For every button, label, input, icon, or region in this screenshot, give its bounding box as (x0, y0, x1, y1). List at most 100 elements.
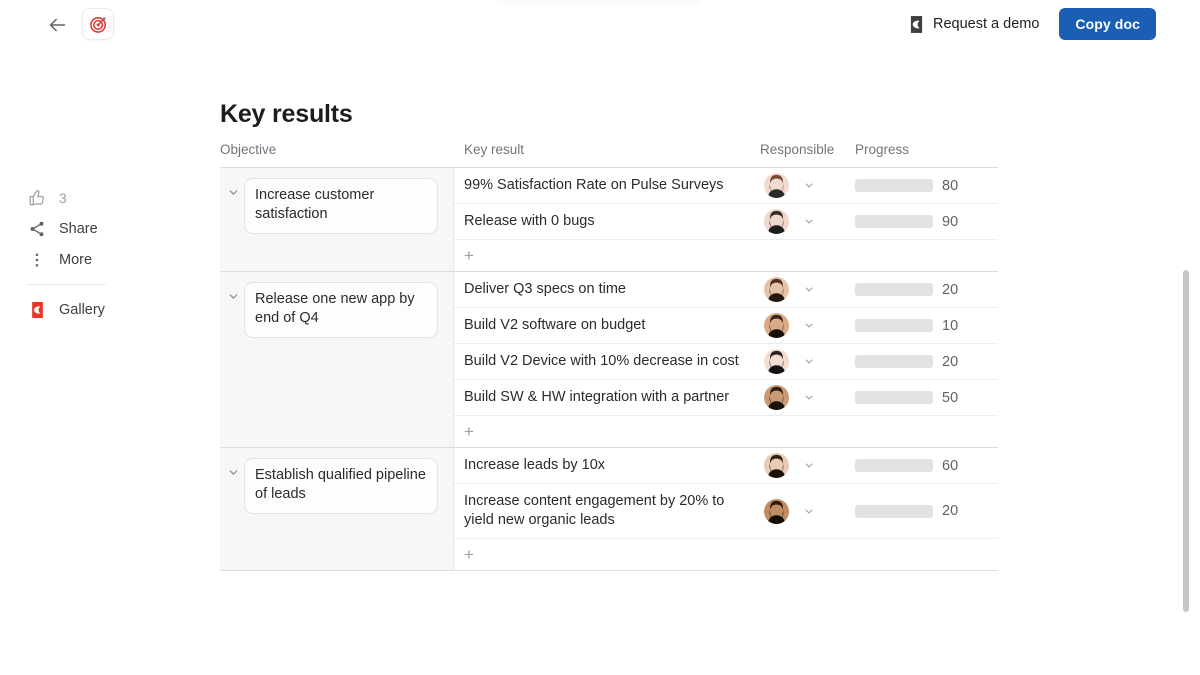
key-result-text[interactable]: Build V2 Device with 10% decrease in cos… (454, 344, 760, 379)
share-label: Share (59, 221, 98, 237)
add-key-result-button[interactable]: + (454, 416, 998, 447)
responsible-cell (760, 173, 855, 198)
share-icon (28, 220, 46, 238)
key-result-text[interactable]: 99% Satisfaction Rate on Pulse Surveys (454, 168, 760, 203)
request-demo-label: Request a demo (933, 16, 1039, 32)
objective-cell: Release one new app by end of Q4 (220, 272, 454, 447)
avatar[interactable] (764, 277, 789, 302)
table-row: Increase leads by 10x 60 (454, 448, 998, 484)
key-result-text[interactable]: Build V2 software on budget (454, 308, 760, 343)
request-demo-link[interactable]: Request a demo (909, 16, 1039, 33)
add-key-result-button[interactable]: + (454, 240, 998, 271)
responsible-cell (760, 349, 855, 374)
key-result-text[interactable]: Increase leads by 10x (454, 448, 760, 483)
objective-group: Increase customer satisfaction 99% Satisf… (220, 168, 998, 272)
like-button[interactable]: 3 (28, 182, 108, 213)
left-action-rail: 3 Share More Gallery (28, 182, 108, 325)
target-dartboard-icon[interactable] (82, 8, 114, 40)
more-button[interactable]: More (28, 244, 108, 275)
page-title: Key results (220, 100, 353, 129)
responsible-chevron-down-icon[interactable] (803, 356, 815, 368)
table-row: Build SW & HW integration with a partner… (454, 380, 998, 416)
key-result-rows: 99% Satisfaction Rate on Pulse Surveys80… (454, 168, 998, 271)
avatar[interactable] (764, 313, 789, 338)
gallery-label: Gallery (59, 302, 105, 318)
group-collapse-chevron-down-icon[interactable] (226, 287, 240, 305)
responsible-chevron-down-icon[interactable] (803, 505, 815, 517)
progress-bar[interactable] (855, 355, 933, 368)
progress-bar[interactable] (855, 459, 933, 472)
key-result-text[interactable]: Release with 0 bugs (454, 204, 760, 239)
vertical-scrollbar[interactable] (1183, 270, 1189, 612)
like-count: 3 (59, 190, 67, 206)
coda-logo-icon (909, 16, 924, 33)
table-body: Increase customer satisfaction 99% Satisf… (220, 168, 998, 571)
responsible-cell (760, 313, 855, 338)
objective-cell: Establish qualified pipeline of leads (220, 448, 454, 570)
progress-bar[interactable] (855, 215, 933, 228)
progress-value: 90 (942, 214, 958, 230)
group-collapse-chevron-down-icon[interactable] (226, 183, 240, 201)
progress-bar[interactable] (855, 391, 933, 404)
table-header-row: Objective Key result Responsible Progres… (220, 142, 998, 167)
responsible-cell (760, 499, 855, 524)
responsible-chevron-down-icon[interactable] (803, 392, 815, 404)
progress-value: 60 (942, 458, 958, 474)
avatar[interactable] (764, 499, 789, 524)
progress-value: 10 (942, 318, 958, 334)
avatar[interactable] (764, 453, 789, 478)
key-result-text[interactable]: Increase content engagement by 20% to yi… (454, 484, 760, 538)
top-overlay-sliver (497, 0, 702, 5)
responsible-cell (760, 453, 855, 478)
progress-cell: 20 (855, 354, 998, 370)
progress-bar[interactable] (855, 179, 933, 192)
key-result-text[interactable]: Build SW & HW integration with a partner (454, 380, 760, 415)
topbar-actions: Request a demo Copy doc (909, 8, 1156, 40)
progress-bar[interactable] (855, 283, 933, 296)
progress-cell: 20 (855, 503, 998, 519)
objective-chip[interactable]: Increase customer satisfaction (244, 178, 438, 234)
responsible-chevron-down-icon[interactable] (803, 320, 815, 332)
avatar[interactable] (764, 385, 789, 410)
progress-value: 20 (942, 282, 958, 298)
responsible-chevron-down-icon[interactable] (803, 284, 815, 296)
top-bar: Request a demo Copy doc (0, 0, 1200, 48)
more-label: More (59, 252, 92, 268)
responsible-cell (760, 277, 855, 302)
progress-value: 20 (942, 503, 958, 519)
copy-doc-button[interactable]: Copy doc (1059, 8, 1156, 40)
gallery-button[interactable]: Gallery (28, 294, 108, 325)
key-result-text[interactable]: Deliver Q3 specs on time (454, 272, 760, 307)
add-key-result-button[interactable]: + (454, 539, 998, 570)
table-row: 99% Satisfaction Rate on Pulse Surveys80 (454, 168, 998, 204)
responsible-chevron-down-icon[interactable] (803, 216, 815, 228)
responsible-chevron-down-icon[interactable] (803, 460, 815, 472)
key-result-rows: Deliver Q3 specs on time 20 Build V2 softw… (454, 272, 998, 447)
responsible-cell (760, 209, 855, 234)
avatar[interactable] (764, 349, 789, 374)
share-button[interactable]: Share (28, 213, 108, 244)
avatar[interactable] (764, 173, 789, 198)
responsible-chevron-down-icon[interactable] (803, 180, 815, 192)
progress-cell: 60 (855, 458, 998, 474)
group-collapse-chevron-down-icon[interactable] (226, 463, 240, 481)
column-header-responsible: Responsible (760, 142, 855, 157)
objective-cell: Increase customer satisfaction (220, 168, 454, 271)
progress-cell: 20 (855, 282, 998, 298)
progress-bar[interactable] (855, 505, 933, 518)
objective-chip[interactable]: Establish qualified pipeline of leads (244, 458, 438, 514)
progress-cell: 50 (855, 390, 998, 406)
table-row: Deliver Q3 specs on time 20 (454, 272, 998, 308)
progress-bar[interactable] (855, 319, 933, 332)
column-header-progress: Progress (855, 142, 998, 157)
avatar[interactable] (764, 209, 789, 234)
key-results-table: Objective Key result Responsible Progres… (220, 142, 998, 571)
progress-cell: 90 (855, 214, 998, 230)
back-arrow-icon[interactable] (46, 14, 68, 36)
thumbs-up-icon (28, 189, 46, 207)
table-row: Increase content engagement by 20% to yi… (454, 484, 998, 539)
objective-group: Release one new app by end of Q4 Deliver … (220, 272, 998, 448)
more-vertical-icon (28, 251, 46, 269)
objective-chip[interactable]: Release one new app by end of Q4 (244, 282, 438, 338)
column-header-key-result: Key result (454, 142, 760, 157)
